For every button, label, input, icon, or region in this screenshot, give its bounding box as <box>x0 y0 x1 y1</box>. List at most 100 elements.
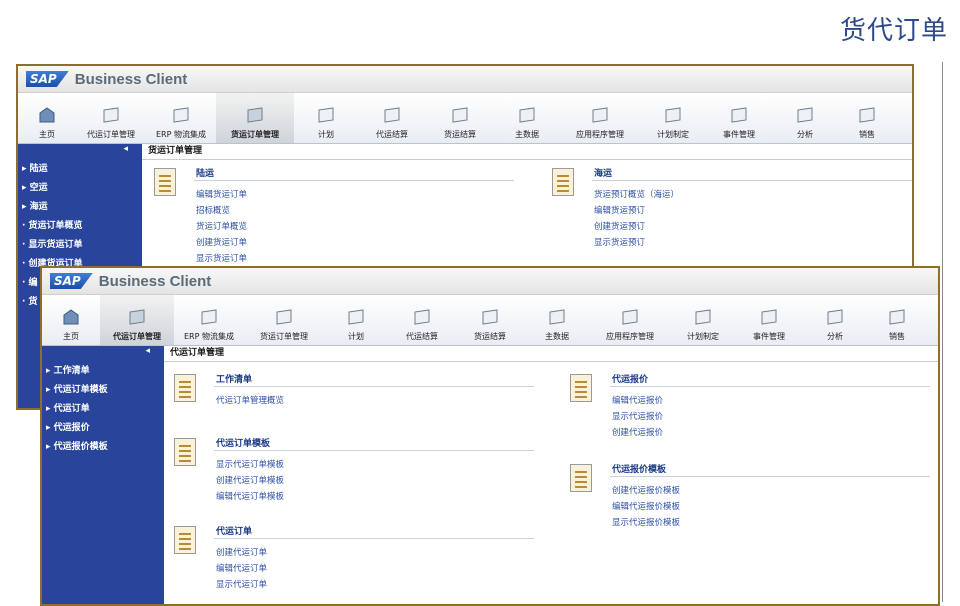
link-group: 代运报价模板 创建代运报价模板 编辑代运报价模板 显示代运报价模板 <box>570 462 938 544</box>
toolbar-item[interactable]: 应用程序管理 <box>590 295 670 345</box>
nav-link[interactable]: 创建货运订单 <box>196 236 247 248</box>
toolbar-item[interactable]: 分析 <box>772 93 838 143</box>
toolbar-item-label: 代运订单管理 <box>87 130 135 139</box>
sidebar-item[interactable]: ▸ 代运报价模板 <box>42 436 164 455</box>
sidebar-item[interactable]: · 货运订单概览 <box>18 215 142 234</box>
sidebar: ▸ 工作清单 ▸ 代运订单模板 ▸ 代运订单 ▸ 代运报价 ▸ 代运报价模板 <box>42 360 164 604</box>
link-group: 代运报价 编辑代运报价 显示代运报价 创建代运报价 <box>570 372 938 454</box>
nav-link[interactable]: 显示代运报价 <box>612 410 663 422</box>
nav-link[interactable]: 创建代运报价模板 <box>612 484 680 496</box>
toolbar-item[interactable]: 销售 <box>868 295 926 345</box>
toolbar-item-label: 代运结算 <box>376 130 408 139</box>
toolbar-item[interactable]: 货运订单管理 <box>216 93 294 143</box>
document-icon <box>552 168 574 196</box>
toolbar-item[interactable]: 主数据 <box>524 295 590 345</box>
sidebar-item[interactable]: ▸ 代运订单 <box>42 398 164 417</box>
toolbar-item[interactable]: 代运结算 <box>358 93 426 143</box>
sidebar-item[interactable]: ▸ 代运订单模板 <box>42 379 164 398</box>
folder-icon <box>276 309 292 325</box>
toolbar-item-label: 分析 <box>827 332 843 341</box>
nav-link[interactable]: 代运订单管理概览 <box>216 394 284 406</box>
folder-icon <box>318 107 334 123</box>
nav-link[interactable]: 货运订单概览 <box>196 220 247 232</box>
group-divider <box>610 386 930 387</box>
nav-link[interactable]: 显示货运预订 <box>594 236 645 248</box>
group-divider <box>194 180 514 181</box>
toolbar-item[interactable]: 货运结算 <box>426 93 494 143</box>
nav-link[interactable]: 编辑货运预订 <box>594 204 645 216</box>
sidebar-item[interactable]: · 显示货运订单 <box>18 234 142 253</box>
nav-link[interactable]: 创建代运订单 <box>216 546 267 558</box>
folder-icon <box>889 309 905 325</box>
toolbar-item[interactable]: 代运订单管理 <box>100 295 174 345</box>
nav-link[interactable]: 编辑代运报价模板 <box>612 500 680 512</box>
toolbar-item[interactable]: 主页 <box>18 93 76 143</box>
sidebar-item[interactable]: ▸ 陆运 <box>18 158 142 177</box>
sap-logo: SAP <box>26 71 69 87</box>
toolbar-item[interactable]: 事件管理 <box>736 295 802 345</box>
toolbar-item-label: 货运订单管理 <box>260 332 308 341</box>
folder-icon <box>348 309 364 325</box>
toolbar-item[interactable]: 计划 <box>324 295 388 345</box>
toolbar-item[interactable]: 代运订单管理 <box>76 93 146 143</box>
toolbar-item[interactable]: 主数据 <box>494 93 560 143</box>
group-divider <box>214 450 534 451</box>
nav-link[interactable]: 招标概览 <box>196 204 230 216</box>
link-group: 代运订单 创建代运订单 编辑代运订单 显示代运订单 <box>174 524 544 604</box>
toolbar-item[interactable]: 计划制定 <box>640 93 706 143</box>
documents-icon <box>247 107 263 123</box>
toolbar-item-label: 主页 <box>63 332 79 341</box>
sidebar-item[interactable]: ▸ 空运 <box>18 177 142 196</box>
nav-link[interactable]: 编辑代运订单模板 <box>216 490 284 502</box>
link-group: 海运货运预订概览（海运） 编辑货运预订 创建货运预订 显示货运预订 <box>552 166 912 264</box>
toolbar-item-label: 计划 <box>318 130 334 139</box>
document-icon <box>174 438 196 466</box>
nav-link[interactable]: 编辑货运订单 <box>196 188 247 200</box>
folder-icon <box>797 107 813 123</box>
nav-link[interactable]: 编辑代运报价 <box>612 394 663 406</box>
toolbar-item-label: 货运结算 <box>474 332 506 341</box>
toolbar-item[interactable]: 销售 <box>838 93 896 143</box>
nav-link[interactable]: 货运预订概览（海运） <box>594 188 679 200</box>
toolbar-item-label: 主数据 <box>515 130 539 139</box>
nav-link[interactable]: 编辑代运订单 <box>216 562 267 574</box>
group-title: 海运 <box>594 169 613 179</box>
sidebar-collapse-toggle[interactable]: ◂ <box>42 346 164 361</box>
content-area: 工作清单 代运订单管理概览 代运订单模板 显示代运订单模板 创建代运订单模板 编辑代运订单… <box>164 360 938 604</box>
nav-link[interactable]: 显示货运订单 <box>196 252 247 264</box>
toolbar-item[interactable]: 货运订单管理 <box>244 295 324 345</box>
toolbar-item[interactable]: 事件管理 <box>706 93 772 143</box>
toolbar-item[interactable]: ERP 物流集成 <box>146 93 216 143</box>
sidebar-item[interactable]: ▸ 代运报价 <box>42 417 164 436</box>
folder-icon <box>414 309 430 325</box>
document-icon <box>154 168 176 196</box>
sidebar-collapse-toggle[interactable]: ◂ <box>18 144 142 159</box>
folder-icon <box>665 107 681 123</box>
nav-link[interactable]: 显示代运报价模板 <box>612 516 680 528</box>
link-group: 陆运 编辑货运订单 招标概览 货运订单概览 创建货运订单 显示货运订单 <box>154 166 524 280</box>
nav-link[interactable]: 创建代运报价 <box>612 426 663 438</box>
toolbar-item[interactable]: 应用程序管理 <box>560 93 640 143</box>
toolbar-item[interactable]: 计划制定 <box>670 295 736 345</box>
section-title: 货运订单管理 <box>148 146 203 156</box>
nav-link[interactable]: 创建货运预订 <box>594 220 645 232</box>
nav-link[interactable]: 创建代运订单模板 <box>216 474 284 486</box>
toolbar-item[interactable]: 分析 <box>802 295 868 345</box>
section-title: 代运订单管理 <box>170 348 225 358</box>
toolbar-item[interactable]: 计划 <box>294 93 358 143</box>
toolbar-item-label: 事件管理 <box>753 332 785 341</box>
nav-link[interactable]: 显示代运订单模板 <box>216 458 284 470</box>
toolbar-item-label: 代运结算 <box>406 332 438 341</box>
folder-icon <box>519 107 535 123</box>
toolbar-item[interactable]: ERP 物流集成 <box>174 295 244 345</box>
folder-icon <box>452 107 468 123</box>
toolbar-item-label: 计划制定 <box>657 130 689 139</box>
home-icon <box>63 309 79 325</box>
toolbar-item[interactable]: 主页 <box>42 295 100 345</box>
nav-link[interactable]: 显示代运订单 <box>216 578 267 590</box>
toolbar-item[interactable]: 货运结算 <box>456 295 524 345</box>
app-name: Business Client <box>98 272 212 290</box>
sidebar-item[interactable]: ▸ 工作清单 <box>42 360 164 379</box>
toolbar-item[interactable]: 代运结算 <box>388 295 456 345</box>
sidebar-item[interactable]: ▸ 海运 <box>18 196 142 215</box>
